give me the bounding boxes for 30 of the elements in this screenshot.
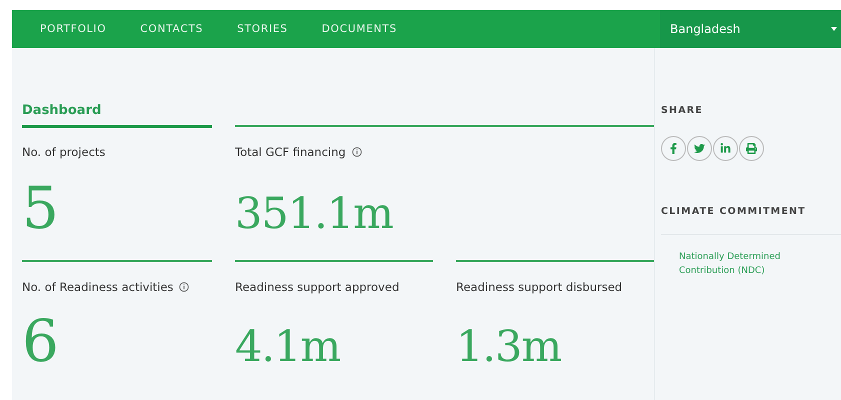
climate-commitment-heading: CLIMATE COMMITMENT (661, 206, 807, 217)
nav-link[interactable]: STORIES (237, 23, 288, 35)
facebook-button[interactable] (661, 136, 686, 161)
nav-link[interactable]: CONTACTS (140, 23, 204, 35)
bird-icon (694, 143, 705, 154)
country-select[interactable]: Bangladesh (660, 10, 841, 48)
stat-label: Total GCF financing (235, 145, 346, 159)
info-icon[interactable] (352, 147, 362, 157)
bird-button[interactable] (687, 136, 712, 161)
linkedin-button[interactable] (713, 136, 738, 161)
stat-value: 6 (22, 318, 59, 364)
nav-link[interactable]: PORTFOLIO (40, 23, 106, 35)
stat-value: 351.1m (235, 196, 393, 231)
linkedin-icon (720, 143, 731, 154)
dashboard-tab[interactable]: Dashboard (22, 90, 212, 128)
stat-label: No. of Readiness activities (22, 280, 174, 294)
stat-value: 5 (22, 184, 59, 231)
stat-value: 4.1m (235, 330, 340, 364)
facebook-icon (668, 143, 679, 154)
print-icon (746, 143, 757, 154)
nav-link[interactable]: DOCUMENTS (322, 23, 397, 35)
caret-icon (831, 27, 837, 31)
info-icon[interactable] (179, 282, 190, 292)
ndc-link[interactable]: Nationally Determined Contribution (NDC) (679, 250, 799, 278)
stat-label: No. of projects (22, 145, 106, 159)
print-button[interactable] (739, 136, 764, 161)
stat-label: Readiness support disbursed (456, 280, 622, 294)
stat-value: 1.3m (456, 330, 562, 364)
share-heading: SHARE (661, 105, 704, 116)
stat-label: Readiness support approved (235, 280, 400, 294)
